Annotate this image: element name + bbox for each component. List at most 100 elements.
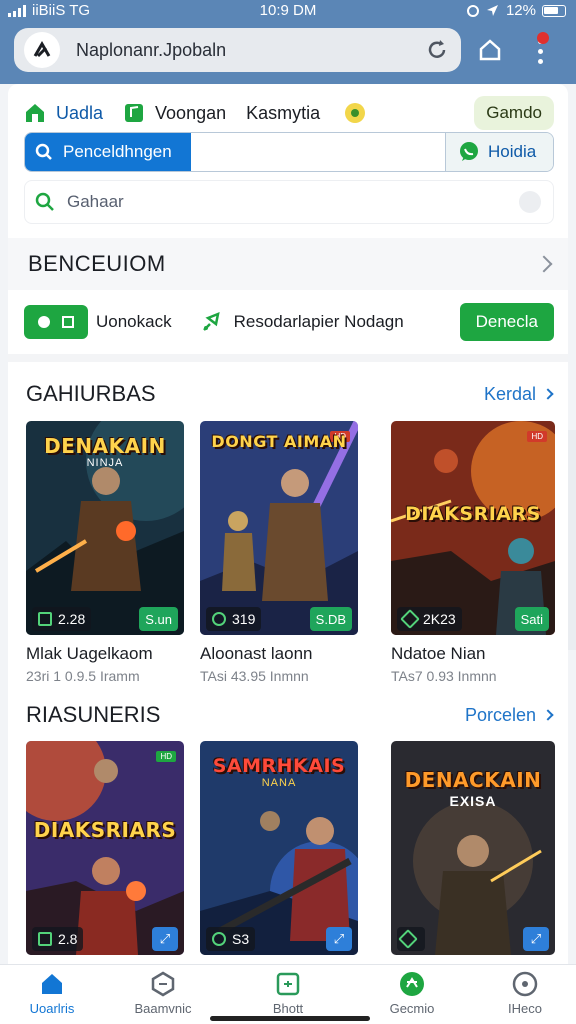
compass-icon (512, 971, 538, 997)
reload-icon[interactable] (425, 38, 449, 62)
card-art-title: DONGT AIMAN (211, 432, 347, 451)
whatsapp-button[interactable]: Hoidia (445, 133, 553, 171)
game-card[interactable]: HD DIAKSRIARS 2.8 ⤢ (26, 741, 184, 955)
card-badge: S.un (139, 607, 178, 631)
chip-uadla[interactable]: Uadla (24, 102, 103, 124)
action-second[interactable]: Resodarlapier Nodagn (200, 310, 404, 334)
game-art (391, 421, 555, 635)
card-count (397, 927, 425, 951)
card-art-sub: NINJA (86, 457, 124, 469)
side-button-label: Hoidia (488, 142, 537, 161)
primary-action-button[interactable]: Denecla (459, 303, 554, 341)
card-badge: Sati (514, 607, 549, 631)
game-name[interactable]: Mlak Uagelkaom (26, 644, 153, 664)
expand-icon[interactable]: ⤢ (523, 927, 549, 951)
content-panel: Uadla Voongan Kasmytia Gamdo Penceldhnge… (8, 84, 568, 964)
game-meta: 23ri 1 0.9.5 Iramm (26, 668, 140, 684)
url-bar[interactable]: Naplonanr.Jpobaln (14, 28, 461, 72)
card-count: 319 (206, 607, 262, 631)
expand-icon[interactable]: ⤢ (326, 927, 352, 951)
home-icon[interactable] (474, 34, 506, 66)
more-label: Porcelen (464, 704, 536, 725)
list2-title: RIASUNERIS (26, 702, 161, 727)
chip-label: Uadla (56, 102, 104, 123)
nav-label: Bhott (272, 1001, 304, 1016)
rocket-icon (202, 311, 220, 331)
count-text: 2.8 (58, 931, 78, 947)
list2-more-link[interactable]: Porcelen (464, 704, 554, 726)
game-card[interactable]: DENACKAIN EXISA ⤢ (391, 741, 555, 955)
count-text: S3 (232, 931, 250, 947)
game-name[interactable]: Ndatoe Nian (391, 644, 486, 664)
nav-label: Baamvnic (134, 1001, 192, 1016)
search-input[interactable] (191, 133, 445, 171)
chip-label: Voongan (155, 102, 227, 123)
toggle-switch[interactable] (24, 305, 88, 339)
nav-label: Uoarlris (29, 1001, 75, 1016)
section-title: BENCEUIOM (28, 251, 166, 276)
section-header[interactable]: BENCEUIOM (8, 238, 568, 290)
status-right: 12% (466, 2, 566, 19)
card-art-title: DIAKSRIARS (33, 818, 177, 842)
list1-more-link[interactable]: Kerdal (484, 384, 554, 405)
clear-icon[interactable] (519, 191, 541, 213)
game-card[interactable]: DENAKAIN NINJA 2.28 S.un (26, 421, 184, 635)
search-button[interactable]: Penceldhngen (25, 133, 191, 171)
card-art-title: DIAKSRIARS (405, 503, 541, 525)
nav-item-puzzle[interactable]: Baamvnic (115, 971, 211, 1024)
list2-header: RIASUNERIS Porcelen (26, 701, 554, 729)
game-card[interactable]: SAMRHKAIS NANA S3 ⤢ (200, 741, 358, 955)
url-text[interactable]: Naplonanr.Jpobaln (76, 40, 425, 61)
nav-chips: Uadla Voongan Kasmytia Gamdo (24, 94, 554, 132)
hd-tag: HD (527, 431, 547, 442)
expand-icon[interactable]: ⤢ (152, 927, 178, 951)
card-count: 2.28 (32, 607, 92, 631)
note-icon (125, 104, 144, 122)
divider (8, 354, 568, 362)
site-logo-icon (24, 32, 60, 68)
screen-icon (212, 932, 226, 946)
screen-icon (38, 932, 52, 946)
chat-bubble-icon (460, 142, 478, 161)
smiley-icon (345, 103, 366, 123)
house-icon (26, 104, 44, 122)
battery-icon (542, 4, 566, 17)
action-row: Uonokack Resodarlapier Nodagn Denecla (24, 298, 554, 346)
puzzle-icon (151, 971, 175, 997)
card-art-sub: EXISA (449, 793, 497, 809)
card-badge: S.DB (309, 607, 352, 631)
nav-item-compass[interactable]: IHeco (477, 971, 573, 1024)
search-row: Penceldhngen Hoidia (24, 132, 554, 172)
game-art (26, 741, 184, 955)
location-arrow-icon (486, 4, 498, 16)
game-card[interactable]: HD DONGT AIMAN 319 S.DB (200, 421, 358, 635)
game-art (200, 421, 358, 635)
game-meta: TAsi 43.95 Inmnn (200, 668, 309, 684)
screen-icon (38, 612, 52, 626)
nav-item-star[interactable]: Gecmio (364, 971, 460, 1024)
nav-item-home[interactable]: Uoarlris (4, 971, 100, 1024)
chip-kasmytia[interactable]: Kasmytia (246, 102, 366, 124)
chevron-right-icon (535, 255, 553, 273)
home-icon (42, 974, 62, 994)
filter-field[interactable]: Gahaar (24, 180, 554, 224)
card-count: S3 (206, 927, 256, 951)
bottom-nav: Uoarlris Baamvnic Bhott Gecmio IHeco (0, 964, 576, 1024)
nav-label: Gecmio (389, 1001, 435, 1016)
chip-voongan[interactable]: Voongan (123, 102, 226, 124)
search-button-label: Penceldhngen (63, 142, 172, 161)
game-name[interactable]: Aloonast laonn (200, 644, 312, 664)
nav-label: IHeco (508, 1001, 542, 1016)
card-icon (276, 972, 300, 996)
chevron-right-icon (542, 388, 554, 400)
card-art-title: SAMRHKAIS (212, 755, 346, 777)
count-text: 2.28 (58, 611, 86, 627)
game-card[interactable]: HD DIAKSRIARS 2K23 Sati (391, 421, 555, 635)
card-art-sub: NANA (261, 777, 297, 789)
home-indicator (210, 1016, 370, 1021)
pill-button[interactable]: Gamdo (474, 96, 554, 130)
scroll-edge (568, 430, 576, 650)
count-text: 2K23 (423, 611, 456, 627)
rotation-lock-icon (466, 4, 479, 17)
search-icon (35, 143, 52, 160)
